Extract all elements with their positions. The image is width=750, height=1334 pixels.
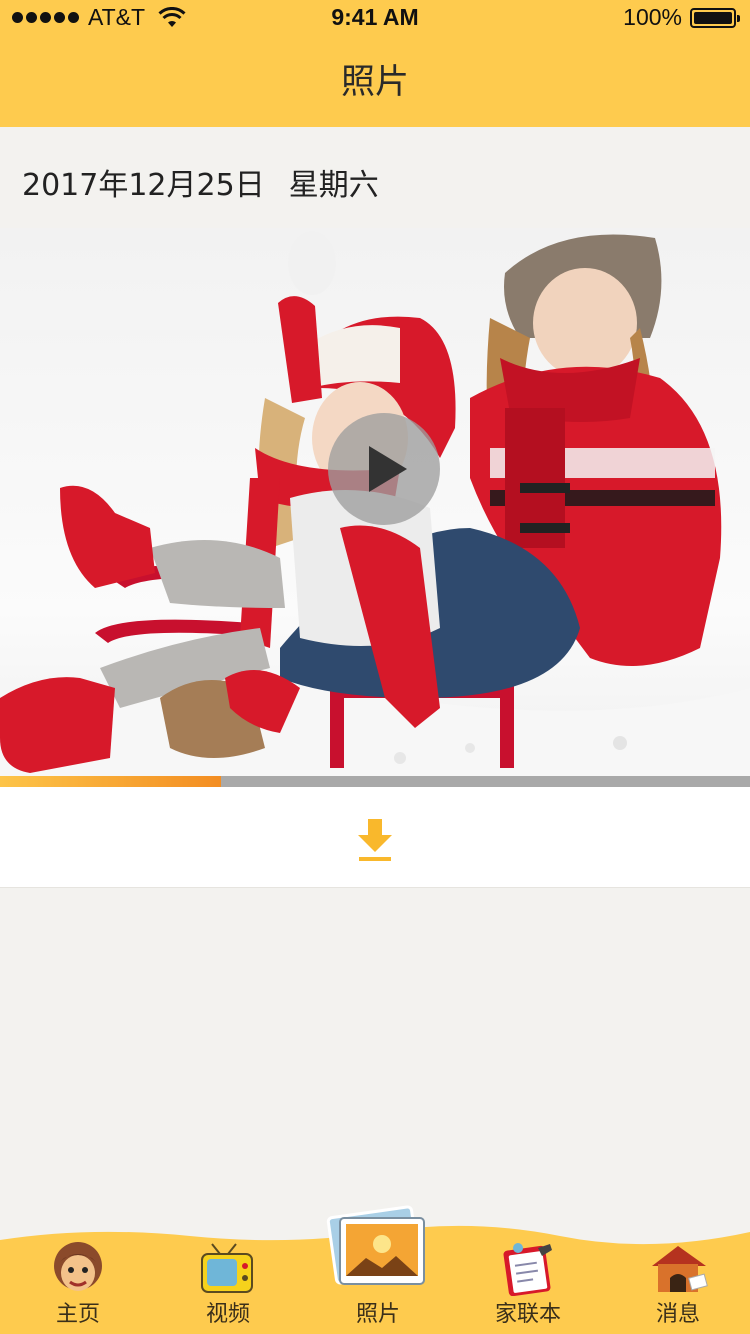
- entry-weekday: 星期六: [288, 168, 379, 203]
- tab-photos[interactable]: 照片: [303, 1205, 453, 1334]
- header: AT&T 9:41 AM 100% 照片: [0, 0, 750, 127]
- download-icon[interactable]: [352, 815, 398, 863]
- date-row: 2017年12月25日 星期六: [0, 127, 750, 228]
- status-bar: AT&T 9:41 AM 100%: [0, 0, 750, 36]
- play-button[interactable]: [328, 413, 440, 525]
- battery-percent: 100%: [623, 4, 682, 30]
- tab-home-label: 主页: [55, 1302, 100, 1327]
- tab-video-label: 视频: [205, 1302, 250, 1327]
- doghouse-icon: [652, 1246, 708, 1292]
- download-bar: [0, 787, 750, 888]
- bottom-tab-bar: 主页 视频 照片 家联本 消息: [0, 1205, 750, 1334]
- page-title: 照片: [341, 62, 409, 102]
- notebook-icon: [503, 1243, 552, 1296]
- video-progress-fill: [0, 776, 222, 787]
- tab-home[interactable]: 主页: [3, 1222, 153, 1334]
- video-player[interactable]: [0, 228, 750, 776]
- entry-date: 2017年12月25日: [22, 168, 265, 203]
- tv-icon: [201, 1243, 253, 1293]
- tab-photos-label: 照片: [355, 1302, 400, 1327]
- tab-contact-book[interactable]: 家联本: [453, 1222, 603, 1334]
- entry-date-label: 2017年12月25日 星期六: [22, 160, 379, 204]
- tab-messages-label: 消息: [655, 1302, 700, 1327]
- video-progress-bar[interactable]: [0, 776, 750, 787]
- play-icon: [369, 446, 407, 492]
- boy-face-icon: [54, 1242, 102, 1291]
- tab-contact-book-label: 家联本: [494, 1302, 561, 1327]
- tab-video[interactable]: 视频: [153, 1222, 303, 1334]
- photos-icon: [326, 1205, 425, 1285]
- battery-icon: [690, 8, 740, 28]
- tab-messages[interactable]: 消息: [603, 1222, 750, 1334]
